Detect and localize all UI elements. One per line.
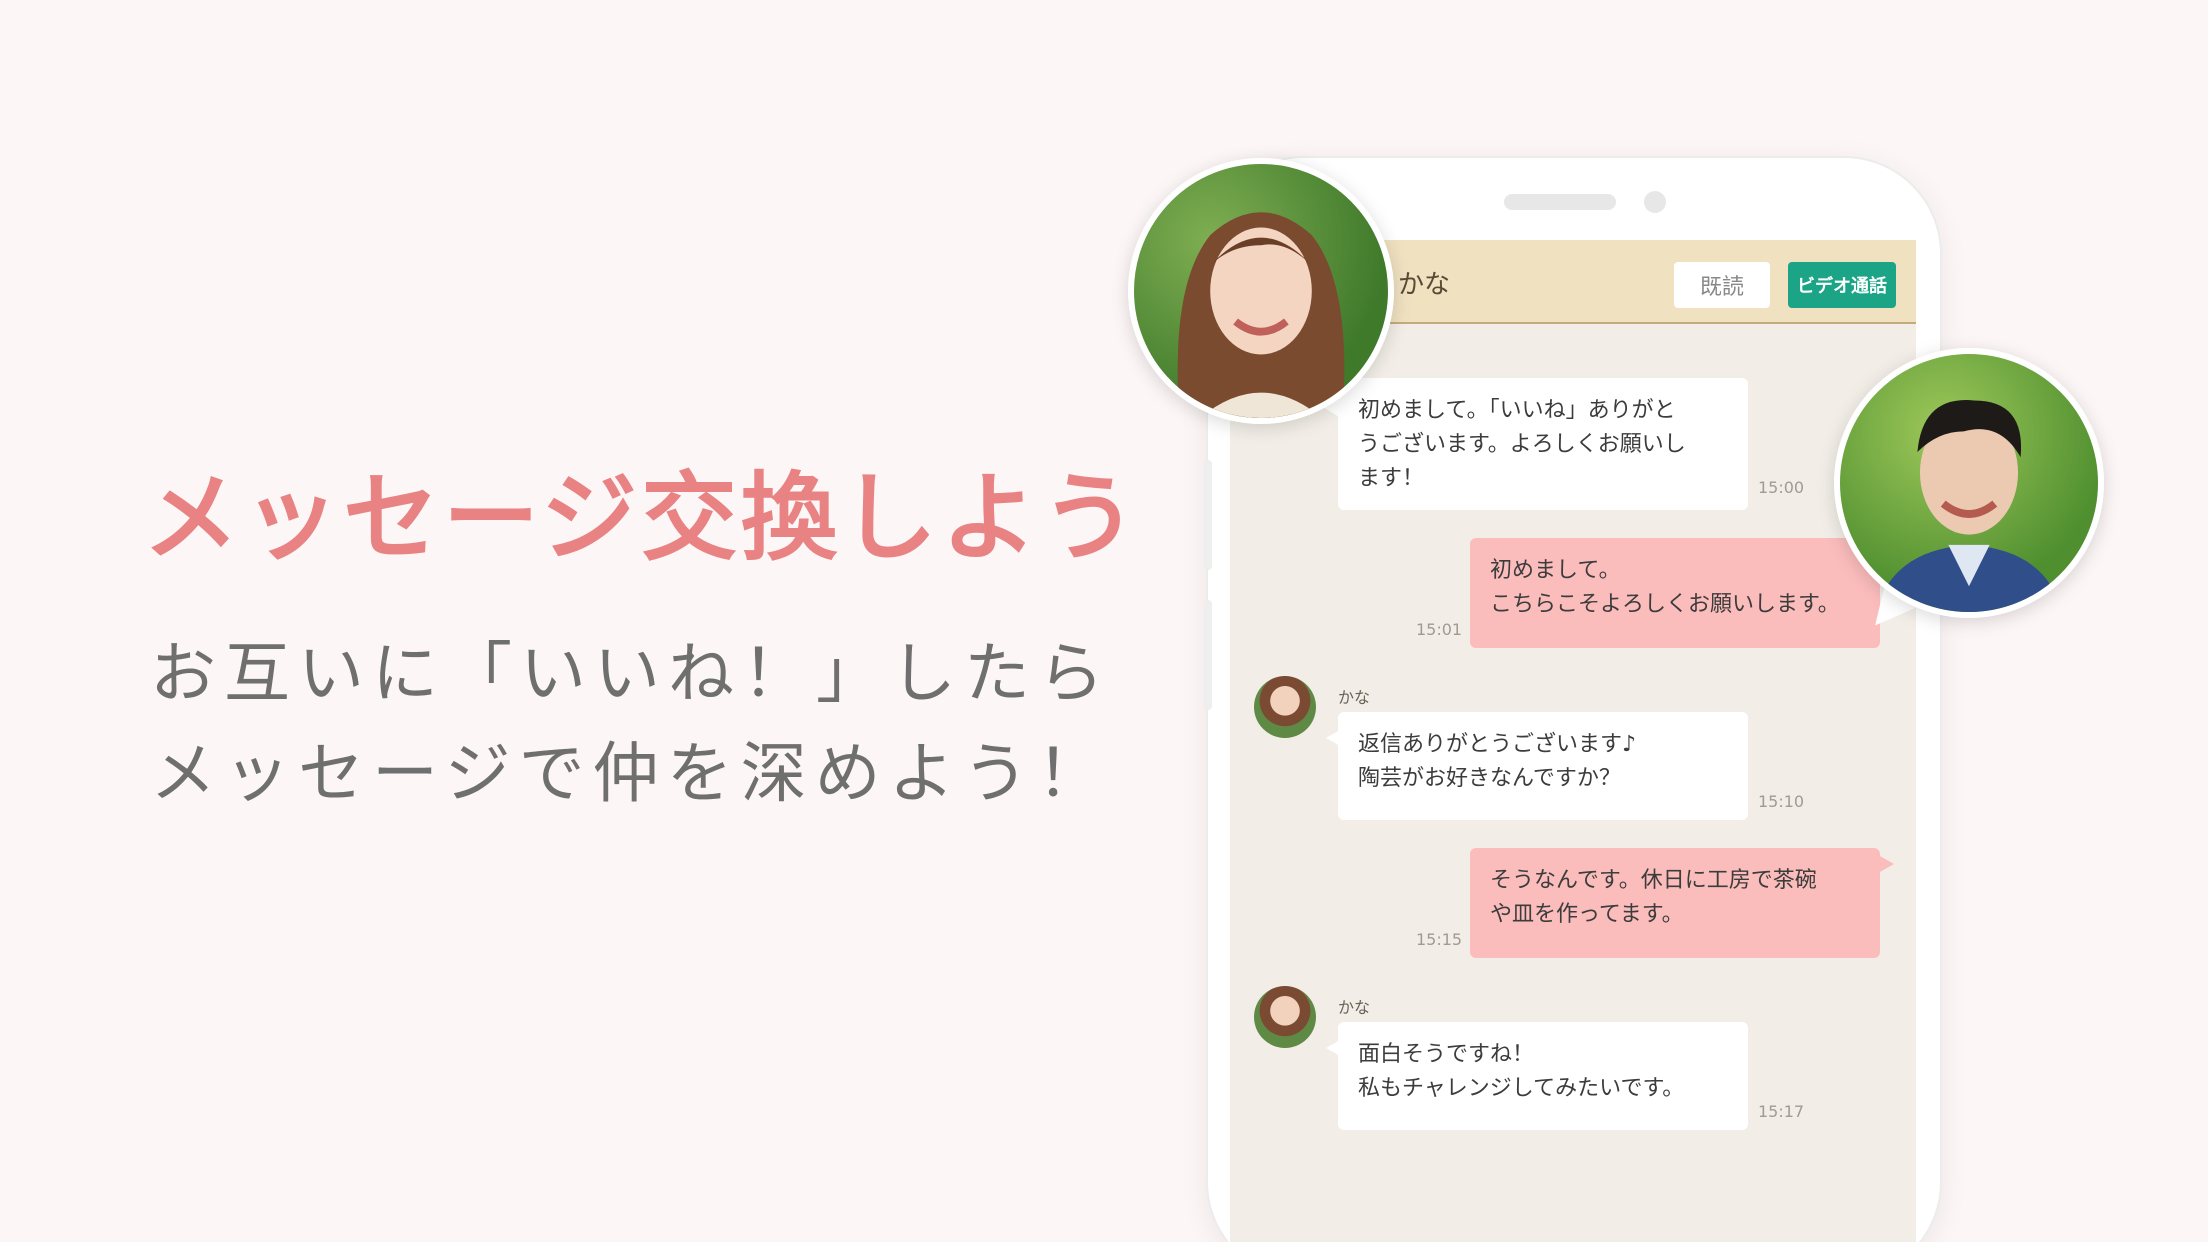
message-time: 15:15 xyxy=(1416,930,1463,949)
partner-avatar-small[interactable] xyxy=(1254,986,1316,1048)
message-time: 15:01 xyxy=(1416,620,1463,639)
phone-side-button xyxy=(1204,460,1212,570)
message-time: 15:17 xyxy=(1758,1102,1805,1121)
phone-camera xyxy=(1644,191,1666,213)
promo-subline-1: お互いに「いいね！」したら xyxy=(150,635,1112,712)
outgoing-message-bubble[interactable]: 初めまして。 こちらこそよろしくお願いします。 xyxy=(1470,538,1894,648)
message-sender-name: かな xyxy=(1338,688,1371,707)
incoming-message-bubble[interactable]: 返信ありがとうございます♪ 陶芸がお好きなんですか？ xyxy=(1326,712,1748,820)
outgoing-message-bubble[interactable]: そうなんです。休日に工房で茶碗 や皿を作ってます。 xyxy=(1470,848,1894,958)
message-time: 15:00 xyxy=(1758,478,1805,497)
man-photo-avatar xyxy=(1834,348,2104,618)
promo-subline-2: メッセージで仲を深めよう！ xyxy=(150,735,1111,812)
man-portrait-icon xyxy=(1876,400,2062,612)
incoming-message-bubble[interactable]: 面白そうですね！ 私もチャレンジしてみたいです。 xyxy=(1326,1022,1748,1130)
message-sender-name: かな xyxy=(1338,998,1371,1017)
woman-portrait-icon xyxy=(1177,212,1345,418)
phone-speaker xyxy=(1504,194,1616,210)
message-time: 15:10 xyxy=(1758,792,1805,811)
read-button[interactable]: 既読 xyxy=(1674,262,1770,308)
chat-partner-name: かな xyxy=(1398,270,1451,300)
phone-side-button xyxy=(1204,600,1212,710)
video-call-button[interactable]: ビデオ通話 xyxy=(1788,262,1896,308)
woman-photo-avatar xyxy=(1128,158,1394,424)
incoming-message-bubble[interactable]: 初めまして。「いいね」ありがと うございます。よろしくお願いし ます！ xyxy=(1326,378,1748,510)
partner-avatar-small[interactable] xyxy=(1254,676,1316,738)
promo-headline: メッセージ交換しよう xyxy=(143,462,1142,574)
